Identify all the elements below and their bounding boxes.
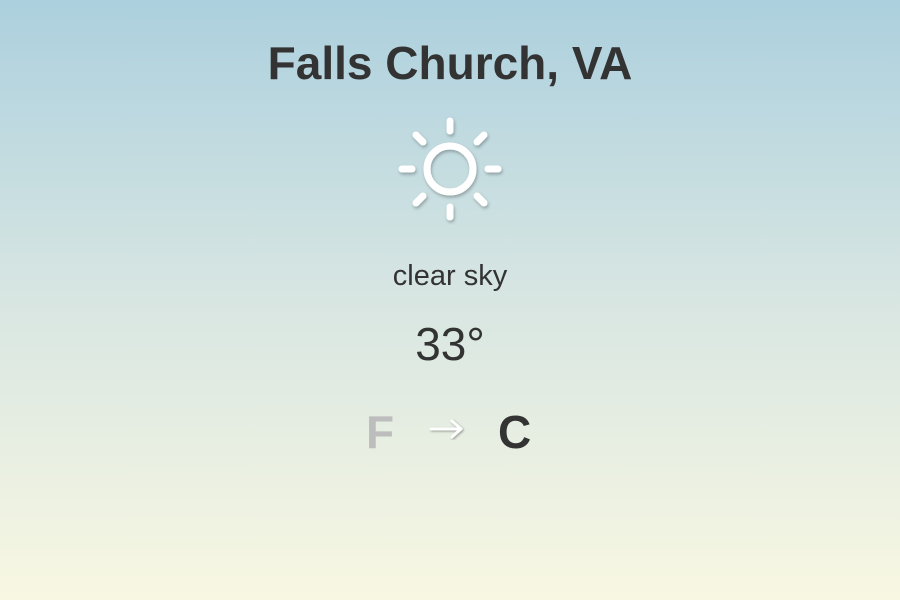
arrow-right-icon[interactable] bbox=[428, 418, 466, 440]
temperature-value: 33° bbox=[415, 318, 485, 370]
city-name: Falls Church, VA bbox=[267, 37, 633, 89]
unit-toggle[interactable]: F C bbox=[0, 404, 900, 460]
celsius-unit[interactable]: C bbox=[498, 404, 531, 460]
weather-app: Falls Church, VA clear sky 33° F C bbox=[0, 0, 900, 600]
sun-icon bbox=[394, 113, 506, 225]
fahrenheit-unit[interactable]: F bbox=[366, 404, 394, 460]
weather-description: clear sky bbox=[392, 260, 508, 292]
